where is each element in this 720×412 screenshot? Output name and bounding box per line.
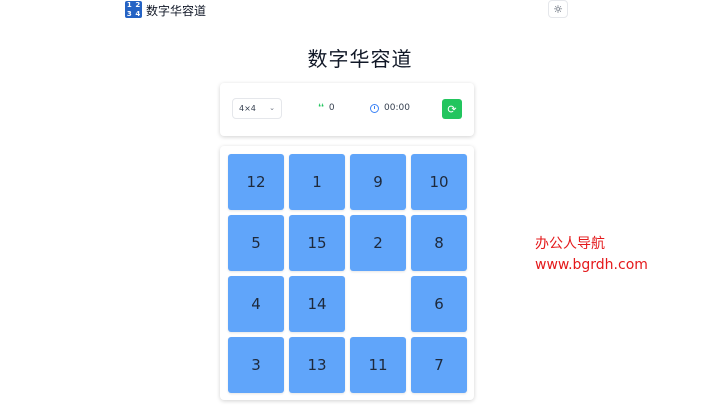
puzzle-tile[interactable]: 2 bbox=[350, 215, 406, 271]
game-controls: 4×4 ⌄ ❛❛ 0 00:00 ⟳ bbox=[220, 83, 474, 136]
refresh-icon: ⟳ bbox=[447, 102, 457, 116]
puzzle-tile[interactable]: 14 bbox=[289, 276, 345, 332]
puzzle-tile[interactable]: 4 bbox=[228, 276, 284, 332]
puzzle-tile[interactable]: 9 bbox=[350, 154, 406, 210]
empty-slot bbox=[350, 276, 406, 332]
puzzle-tile[interactable]: 11 bbox=[350, 337, 406, 393]
puzzle-tile[interactable]: 10 bbox=[411, 154, 467, 210]
page-title: 数字华容道 bbox=[307, 47, 413, 71]
app-name[interactable]: 数字华容道 bbox=[146, 2, 206, 19]
move-count: 0 bbox=[328, 103, 335, 113]
theme-toggle-button[interactable]: ☼ bbox=[548, 0, 568, 18]
puzzle-board: 12 1 9 10 5 15 2 8 4 14 6 3 13 11 7 bbox=[220, 146, 474, 400]
time-value: 00:00 bbox=[384, 103, 410, 113]
board-size-select[interactable]: 4×4 ⌄ bbox=[232, 98, 282, 119]
board-size-value: 4×4 bbox=[239, 104, 256, 113]
puzzle-tile[interactable]: 6 bbox=[411, 276, 467, 332]
puzzle-tile[interactable]: 7 bbox=[411, 337, 467, 393]
top-bar: 1 2 3 4 数字华容道 ☼ bbox=[0, 0, 720, 22]
puzzle-tile[interactable]: 13 bbox=[289, 337, 345, 393]
move-counter: ❛❛ 0 bbox=[318, 103, 335, 113]
chevron-down-icon: ⌄ bbox=[269, 104, 275, 112]
puzzle-tile[interactable]: 15 bbox=[289, 215, 345, 271]
puzzle-tile[interactable]: 8 bbox=[411, 215, 467, 271]
timer: 00:00 bbox=[370, 103, 410, 113]
puzzle-tile[interactable]: 1 bbox=[289, 154, 345, 210]
watermark-line-1: 办公人导航 bbox=[535, 236, 605, 252]
watermark: 办公人导航 www.bgrdh.com bbox=[535, 234, 648, 276]
watermark-line-2: www.bgrdh.com bbox=[535, 257, 648, 273]
reset-button[interactable]: ⟳ bbox=[442, 99, 462, 119]
app-logo-icon[interactable]: 1 2 3 4 bbox=[125, 1, 142, 18]
puzzle-tile[interactable]: 12 bbox=[228, 154, 284, 210]
puzzle-tile[interactable]: 5 bbox=[228, 215, 284, 271]
puzzle-tile[interactable]: 3 bbox=[228, 337, 284, 393]
sun-icon: ☼ bbox=[553, 2, 563, 16]
clock-icon bbox=[370, 103, 379, 113]
footprints-icon: ❛❛ bbox=[318, 103, 324, 113]
